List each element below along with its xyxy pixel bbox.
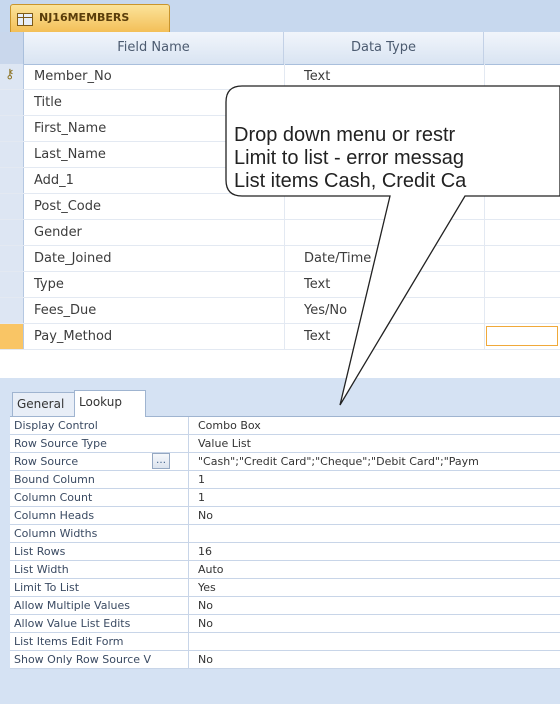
property-row[interactable]: Allow Value List Edits No: [10, 615, 560, 633]
field-row[interactable]: ⚷ Member_No Text: [0, 64, 560, 90]
data-type-cell[interactable]: Yes/No: [304, 298, 347, 323]
field-name-cell[interactable]: Type: [34, 272, 64, 297]
property-label: Column Widths: [14, 527, 98, 540]
description-header: [484, 32, 560, 64]
row-selector[interactable]: [0, 194, 24, 219]
property-label: Allow Value List Edits: [14, 617, 131, 630]
row-selector[interactable]: [0, 298, 24, 323]
property-row[interactable]: List Rows 16: [10, 543, 560, 561]
data-type-cell[interactable]: Date/Time: [304, 246, 371, 271]
builder-icon[interactable]: …: [152, 453, 170, 469]
row-selector[interactable]: [0, 246, 24, 271]
field-properties-panel: General Lookup Display Control Combo Box R…: [0, 378, 560, 704]
callout-line-3: List items Cash, Credit Ca: [234, 170, 467, 192]
property-row[interactable]: Row Source… "Cash";"Credit Card";"Cheque"…: [10, 453, 560, 471]
field-row[interactable]: Post_Code: [0, 194, 560, 220]
field-row[interactable]: Gender: [0, 220, 560, 246]
field-name-cell[interactable]: Last_Name: [34, 142, 106, 167]
row-selector[interactable]: ⚷: [0, 64, 24, 89]
property-row[interactable]: Column Widths: [10, 525, 560, 543]
callout-line-1: Drop down menu or restr: [234, 124, 456, 146]
property-value[interactable]: No: [198, 597, 556, 614]
property-label: Limit To List: [14, 581, 80, 594]
property-label: List Width: [14, 563, 69, 576]
row-selector[interactable]: [0, 272, 24, 297]
field-row[interactable]: Title: [0, 90, 560, 116]
description-cell[interactable]: [486, 326, 558, 346]
tab-lookup[interactable]: Lookup: [74, 390, 146, 417]
data-type-cell[interactable]: Text: [304, 324, 330, 349]
property-value[interactable]: Combo Box: [198, 417, 556, 434]
property-label: Show Only Row Source V: [14, 653, 152, 666]
field-rows: ⚷ Member_No Text Title First_Name Last_Name Ad…: [0, 64, 560, 350]
field-row[interactable]: Pay_Method Text: [0, 324, 560, 350]
callout-text: Drop down menu or restr Limit to list - …: [234, 124, 466, 193]
field-row[interactable]: Fees_Due Yes/No: [0, 298, 560, 324]
field-row[interactable]: Type Text: [0, 272, 560, 298]
field-name-cell[interactable]: Fees_Due: [34, 298, 96, 323]
property-row[interactable]: List Items Edit Form: [10, 633, 560, 651]
field-name-cell[interactable]: Pay_Method: [34, 324, 112, 349]
callout-line-2: Limit to list - error messag: [234, 147, 465, 169]
property-label: Bound Column: [14, 473, 95, 486]
field-row[interactable]: Date_Joined Date/Time: [0, 246, 560, 272]
property-value[interactable]: "Cash";"Credit Card";"Cheque";"Debit Car…: [198, 453, 556, 470]
property-value[interactable]: 1: [198, 489, 556, 506]
field-name-cell[interactable]: Title: [34, 90, 62, 115]
property-label: Column Count: [14, 491, 93, 504]
lookup-properties-table: Display Control Combo Box Row Source Type V…: [10, 416, 560, 669]
field-name-cell[interactable]: Post_Code: [34, 194, 101, 219]
property-value[interactable]: Auto: [198, 561, 556, 578]
field-name-cell[interactable]: First_Name: [34, 116, 106, 141]
property-row[interactable]: Bound Column 1: [10, 471, 560, 489]
property-label: Column Heads: [14, 509, 95, 522]
row-selector[interactable]: [0, 168, 24, 193]
property-value[interactable]: 1: [198, 471, 556, 488]
table-tab[interactable]: NJ16MEMBERS: [10, 4, 170, 32]
property-row[interactable]: Allow Multiple Values No: [10, 597, 560, 615]
property-value[interactable]: Value List: [198, 435, 556, 452]
property-value[interactable]: No: [198, 507, 556, 524]
property-label: List Rows: [14, 545, 66, 558]
property-label: Display Control: [14, 419, 98, 432]
table-icon: [17, 13, 33, 26]
property-value[interactable]: 16: [198, 543, 556, 560]
field-name-cell[interactable]: Add_1: [34, 168, 74, 193]
property-value[interactable]: Yes: [198, 579, 556, 596]
property-row[interactable]: Display Control Combo Box: [10, 417, 560, 435]
data-type-cell[interactable]: Text: [304, 64, 330, 89]
data-type-cell[interactable]: Text: [304, 272, 330, 297]
property-row[interactable]: Show Only Row Source V No: [10, 651, 560, 669]
property-label: Row Source Type: [14, 437, 107, 450]
property-label: Allow Multiple Values: [14, 599, 130, 612]
row-selector[interactable]: [0, 142, 24, 167]
table-tab-title: NJ16MEMBERS: [39, 11, 130, 24]
field-name-cell[interactable]: Date_Joined: [34, 246, 111, 271]
property-row[interactable]: Limit To List Yes: [10, 579, 560, 597]
property-row[interactable]: Row Source Type Value List: [10, 435, 560, 453]
field-name-header: Field Name: [24, 32, 284, 64]
property-value[interactable]: No: [198, 615, 556, 632]
property-row[interactable]: Column Heads No: [10, 507, 560, 525]
field-name-cell[interactable]: Gender: [34, 220, 82, 245]
grid-header: Field Name Data Type: [0, 32, 560, 65]
row-selector[interactable]: [0, 90, 24, 115]
row-selector[interactable]: [0, 116, 24, 141]
field-name-cell[interactable]: Member_No: [34, 64, 112, 89]
property-row[interactable]: Column Count 1: [10, 489, 560, 507]
table-design-grid: Field Name Data Type ⚷ Member_No Text Title…: [0, 32, 560, 379]
property-value[interactable]: No: [198, 651, 556, 668]
row-selector[interactable]: [0, 324, 24, 349]
property-label: List Items Edit Form: [14, 635, 124, 648]
row-selector[interactable]: [0, 220, 24, 245]
object-tab-bar: NJ16MEMBERS: [0, 0, 560, 33]
property-row[interactable]: List Width Auto: [10, 561, 560, 579]
primary-key-icon: ⚷: [5, 67, 15, 82]
data-type-header: Data Type: [284, 32, 484, 64]
select-all-corner[interactable]: [0, 32, 24, 64]
